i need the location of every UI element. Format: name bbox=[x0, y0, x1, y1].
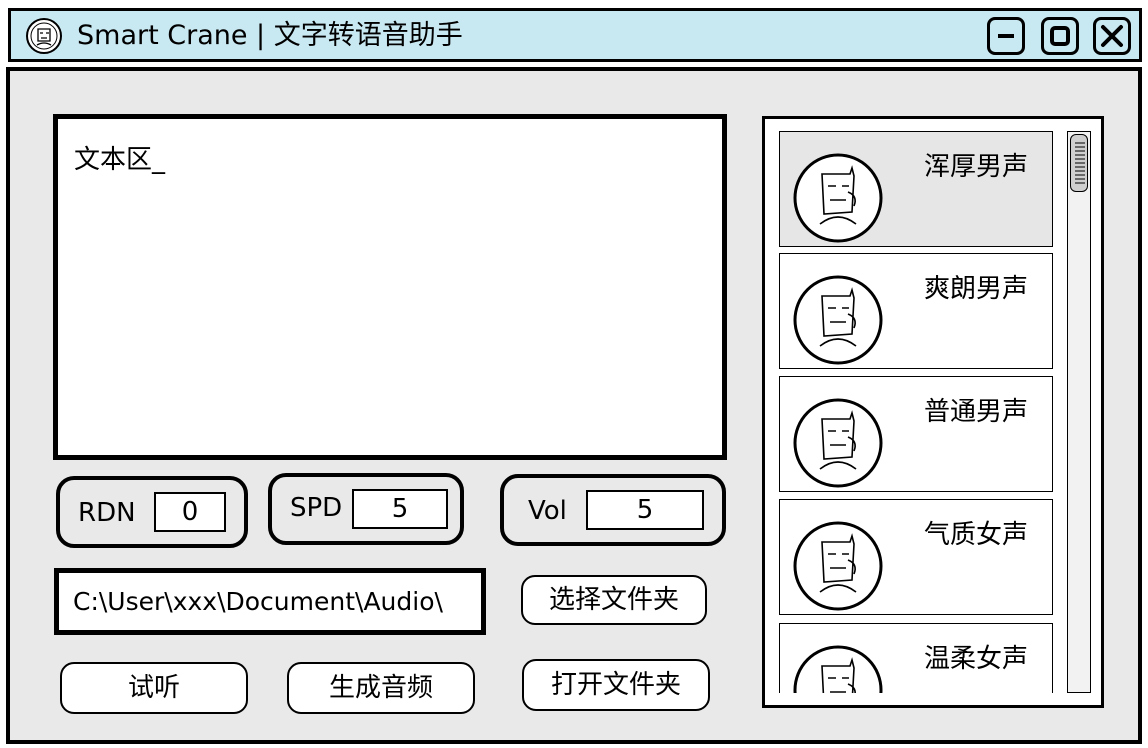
avatar-icon bbox=[793, 645, 883, 693]
voice-list-panel: 浑厚男声 爽朗男声 普通男声 气质女声 温柔女声 bbox=[762, 116, 1104, 708]
text-input-area[interactable]: 文本区_ bbox=[53, 114, 727, 460]
preview-button[interactable]: 试听 bbox=[60, 662, 248, 714]
voice-item-5[interactable]: 温柔女声 bbox=[779, 623, 1053, 693]
maximize-button[interactable] bbox=[1041, 17, 1079, 55]
voice-name: 爽朗男声 bbox=[923, 274, 1028, 304]
avatar-icon bbox=[793, 521, 883, 611]
spd-label: SPD bbox=[290, 493, 343, 523]
voice-item-4[interactable]: 气质女声 bbox=[779, 499, 1053, 615]
generate-audio-button[interactable]: 生成音频 bbox=[287, 662, 475, 714]
rdn-group: RDN 0 bbox=[56, 476, 248, 548]
select-folder-button[interactable]: 选择文件夹 bbox=[521, 575, 707, 625]
minimize-button[interactable] bbox=[987, 17, 1025, 55]
main-window: 文本区_ RDN 0 SPD 5 Vol 5 C:\User\xxx\Docum… bbox=[6, 67, 1142, 744]
scroll-thumb[interactable] bbox=[1070, 134, 1088, 192]
voice-list[interactable]: 浑厚男声 爽朗男声 普通男声 气质女声 温柔女声 bbox=[779, 131, 1053, 693]
avatar-icon bbox=[793, 275, 883, 365]
rdn-label: RDN bbox=[78, 498, 136, 528]
voice-list-scrollbar[interactable] bbox=[1067, 131, 1091, 693]
voice-item-3[interactable]: 普通男声 bbox=[779, 376, 1053, 492]
output-path-field[interactable]: C:\User\xxx\Document\Audio\ bbox=[54, 568, 486, 635]
maximize-icon bbox=[1050, 26, 1070, 46]
minimize-icon bbox=[998, 34, 1014, 38]
voice-name: 气质女声 bbox=[923, 520, 1028, 550]
voice-item-1[interactable]: 浑厚男声 bbox=[779, 131, 1053, 247]
vol-label: Vol bbox=[528, 496, 567, 526]
avatar-icon bbox=[793, 153, 883, 243]
voice-name: 温柔女声 bbox=[923, 644, 1028, 674]
vol-group: Vol 5 bbox=[500, 474, 726, 546]
spd-input[interactable]: 5 bbox=[352, 489, 448, 529]
title-bar: Smart Crane | 文字转语音助手 bbox=[8, 8, 1142, 62]
voice-name: 普通男声 bbox=[923, 397, 1028, 427]
close-icon bbox=[1101, 25, 1123, 47]
close-button[interactable] bbox=[1093, 17, 1131, 55]
window-title: Smart Crane | 文字转语音助手 bbox=[77, 20, 463, 51]
voice-item-2[interactable]: 爽朗男声 bbox=[779, 253, 1053, 369]
app-logo-icon bbox=[26, 18, 62, 54]
spd-group: SPD 5 bbox=[268, 473, 464, 545]
avatar-icon bbox=[793, 398, 883, 488]
voice-name: 浑厚男声 bbox=[923, 152, 1028, 182]
vol-input[interactable]: 5 bbox=[586, 490, 704, 530]
rdn-input[interactable]: 0 bbox=[154, 492, 226, 532]
open-folder-button[interactable]: 打开文件夹 bbox=[522, 659, 710, 711]
grip-icon bbox=[1075, 142, 1085, 184]
